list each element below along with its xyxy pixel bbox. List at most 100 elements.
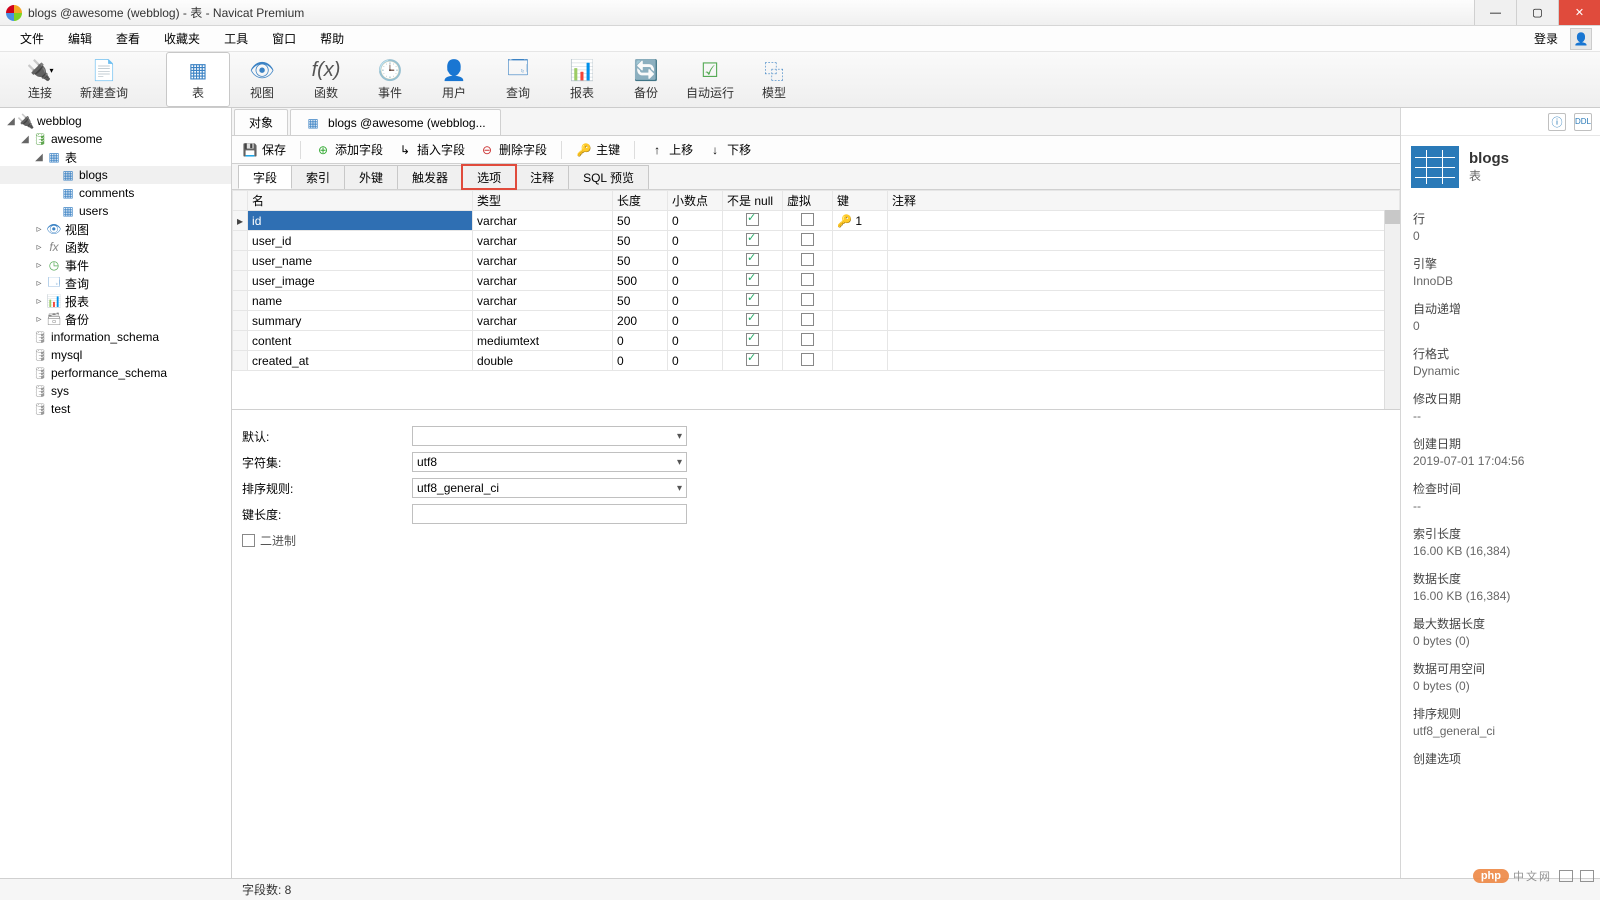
grid-row[interactable]: user_idvarchar500	[233, 231, 1400, 251]
dtab-triggers[interactable]: 触发器	[397, 165, 463, 189]
new-query-icon: 📄	[92, 58, 116, 82]
grid-row[interactable]: created_atdouble00	[233, 351, 1400, 371]
layout-toggle-2[interactable]	[1580, 870, 1594, 882]
toolbar-table[interactable]: ▦表	[166, 52, 230, 107]
binary-checkbox[interactable]: 二进制	[242, 532, 296, 549]
table-item-icon: ▦	[60, 185, 76, 201]
primary-key-button[interactable]: 🔑主键	[576, 141, 620, 158]
table-large-icon	[1411, 146, 1459, 188]
center-tabs: 对象 ▦blogs @awesome (webblog...	[232, 108, 1400, 136]
prop-row: 自动递增0	[1413, 300, 1588, 333]
database-icon: 🛢	[32, 401, 48, 417]
window-title: blogs @awesome (webblog) - 表 - Navicat P…	[28, 4, 1474, 21]
report-icon: 📊	[570, 58, 594, 82]
toolbar-view[interactable]: 👁视图	[230, 52, 294, 107]
tab-objects[interactable]: 对象	[234, 109, 288, 135]
grid-scrollbar[interactable]	[1384, 210, 1400, 409]
menu-tools[interactable]: 工具	[212, 30, 260, 47]
toolbar-query[interactable]: 🗔查询	[486, 52, 550, 107]
tree-events[interactable]: ▹◷事件	[0, 256, 231, 274]
scrollbar-thumb[interactable]	[1385, 210, 1400, 224]
toolbar-backup[interactable]: 🔄备份	[614, 52, 678, 107]
toolbar-model[interactable]: ⿻模型	[742, 52, 806, 107]
tree-table-comments[interactable]: ▦comments	[0, 184, 231, 202]
tree-connection[interactable]: ◢🔌webblog	[0, 112, 231, 130]
menu-help[interactable]: 帮助	[308, 30, 356, 47]
watermark: php 中文网	[1473, 868, 1594, 884]
tab-designer[interactable]: ▦blogs @awesome (webblog...	[290, 109, 501, 135]
dtab-comment[interactable]: 注释	[515, 165, 569, 189]
properties-panel: ⓘ DDL blogs 表 行0引擎InnoDB自动递增0行格式Dynamic修…	[1400, 108, 1600, 878]
grid-row[interactable]: contentmediumtext00	[233, 331, 1400, 351]
menu-edit[interactable]: 编辑	[56, 30, 104, 47]
prop-row: 引擎InnoDB	[1413, 255, 1588, 288]
events-icon: ◷	[46, 257, 62, 273]
dtab-indexes[interactable]: 索引	[291, 165, 345, 189]
tree-reports[interactable]: ▹📊报表	[0, 292, 231, 310]
grid-row[interactable]: namevarchar500	[233, 291, 1400, 311]
grid-row[interactable]: user_imagevarchar5000	[233, 271, 1400, 291]
connection-icon: 🔌	[18, 113, 34, 129]
keylen-label: 键长度:	[242, 506, 412, 523]
tree-table-users[interactable]: ▦users	[0, 202, 231, 220]
grid-row[interactable]: summaryvarchar2000	[233, 311, 1400, 331]
delete-field-button[interactable]: ⊖删除字段	[479, 141, 547, 158]
tree-db-perfschema[interactable]: 🛢performance_schema	[0, 364, 231, 382]
statusbar: 字段数: 8	[0, 878, 1600, 900]
tree-db-infoschema[interactable]: 🛢information_schema	[0, 328, 231, 346]
tree-functions[interactable]: ▹fx函数	[0, 238, 231, 256]
insert-field-button[interactable]: ↳插入字段	[397, 141, 465, 158]
menu-window[interactable]: 窗口	[260, 30, 308, 47]
charset-input[interactable]: utf8▾	[412, 452, 687, 472]
add-field-button[interactable]: ⊕添加字段	[315, 141, 383, 158]
toolbar-new-query[interactable]: 📄新建查询	[72, 52, 136, 107]
action-bar: 💾保存 ⊕添加字段 ↳插入字段 ⊖删除字段 🔑主键 ↑上移 ↓下移	[232, 136, 1400, 164]
save-button[interactable]: 💾保存	[242, 141, 286, 158]
ddl-button[interactable]: DDL	[1574, 113, 1592, 131]
user-avatar[interactable]: 👤	[1570, 28, 1592, 50]
toolbar-user[interactable]: 👤用户	[422, 52, 486, 107]
minimize-button[interactable]: —	[1474, 0, 1516, 25]
database-icon: 🛢	[32, 365, 48, 381]
tree-database[interactable]: ◢🛢awesome	[0, 130, 231, 148]
toolbar-autorun[interactable]: ☑自动运行	[678, 52, 742, 107]
user-icon: 👤	[442, 58, 466, 82]
grid-row[interactable]: ▸idvarchar500🔑 1	[233, 211, 1400, 231]
menu-view[interactable]: 查看	[104, 30, 152, 47]
tree-db-sys[interactable]: 🛢sys	[0, 382, 231, 400]
tree-views[interactable]: ▹👁视图	[0, 220, 231, 238]
toolbar-connect[interactable]: 🔌▾连接	[8, 52, 72, 107]
default-input[interactable]: ▾	[412, 426, 687, 446]
menu-file[interactable]: 文件	[8, 30, 56, 47]
watermark-badge: php	[1473, 869, 1509, 883]
tree-db-test[interactable]: 🛢test	[0, 400, 231, 418]
dtab-fields[interactable]: 字段	[238, 165, 292, 189]
keylen-input[interactable]	[412, 504, 687, 524]
fields-grid[interactable]: 名类型长度小数点不是 null虚拟键注释▸idvarchar500🔑 1user…	[232, 190, 1400, 410]
plug-icon: 🔌▾	[28, 58, 52, 82]
functions-icon: fx	[46, 239, 62, 255]
login-link[interactable]: 登录	[1526, 30, 1566, 47]
dtab-foreignkeys[interactable]: 外键	[344, 165, 398, 189]
sidebar[interactable]: ◢🔌webblog ◢🛢awesome ◢▦表 ▦blogs ▦comments…	[0, 108, 232, 878]
toolbar-event[interactable]: 🕒事件	[358, 52, 422, 107]
dtab-sqlpreview[interactable]: SQL 预览	[568, 165, 649, 189]
close-button[interactable]: ✕	[1558, 0, 1600, 25]
menu-favorites[interactable]: 收藏夹	[152, 30, 212, 47]
info-button[interactable]: ⓘ	[1548, 113, 1566, 131]
titlebar: blogs @awesome (webblog) - 表 - Navicat P…	[0, 0, 1600, 26]
grid-row[interactable]: user_namevarchar500	[233, 251, 1400, 271]
tree-queries[interactable]: ▹🗔查询	[0, 274, 231, 292]
tree-backups[interactable]: ▹🗃备份	[0, 310, 231, 328]
move-down-button[interactable]: ↓下移	[707, 141, 751, 158]
dtab-options[interactable]: 选项	[462, 165, 516, 189]
collation-input[interactable]: utf8_general_ci▾	[412, 478, 687, 498]
layout-toggle-1[interactable]	[1559, 870, 1573, 882]
toolbar-report[interactable]: 📊报表	[550, 52, 614, 107]
tree-db-mysql[interactable]: 🛢mysql	[0, 346, 231, 364]
toolbar-function[interactable]: f(x)函数	[294, 52, 358, 107]
maximize-button[interactable]: ▢	[1516, 0, 1558, 25]
tree-table-blogs[interactable]: ▦blogs	[0, 166, 231, 184]
tree-tables-folder[interactable]: ◢▦表	[0, 148, 231, 166]
move-up-button[interactable]: ↑上移	[649, 141, 693, 158]
